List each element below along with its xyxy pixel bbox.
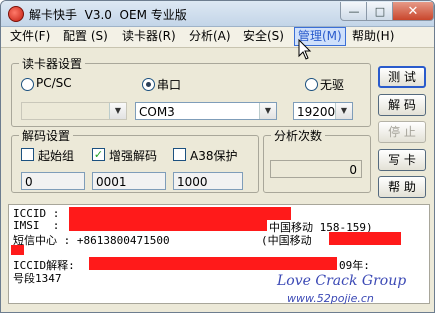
control-panel: 读卡器设置 PC/SC 串口 无驱 ▼ COM3 ▼ 19200 ▼ 解码设置 bbox=[8, 51, 428, 203]
analysis-count-group: 分析次数 0 bbox=[263, 127, 371, 193]
minimize-icon: — bbox=[348, 4, 360, 18]
radio-nodriver[interactable] bbox=[305, 78, 318, 91]
redaction-block bbox=[11, 245, 24, 255]
redaction-block bbox=[329, 232, 401, 245]
decode-button[interactable]: 解 码 bbox=[378, 94, 426, 116]
checkbox-start-group[interactable] bbox=[21, 148, 34, 161]
radio-serial-label: 串口 bbox=[157, 78, 182, 92]
log-iccid-year: 09年: bbox=[339, 259, 370, 272]
menu-config[interactable]: 配置 (S) bbox=[60, 28, 111, 45]
chevron-down-icon: ▼ bbox=[335, 103, 352, 119]
log-sms-center: 短信中心 : +8613800471500 bbox=[13, 234, 170, 247]
watermark-url: www.52pojie.cn bbox=[287, 292, 374, 305]
menu-help[interactable]: 帮助(H) bbox=[349, 28, 397, 45]
baud-value: 19200 bbox=[297, 105, 336, 119]
write-card-button[interactable]: 写 卡 bbox=[378, 149, 426, 171]
enhance-input[interactable]: 0001 bbox=[92, 172, 166, 190]
window-title: 解卡快手 V3.0 OEM 专业版 bbox=[29, 8, 187, 22]
stop-button[interactable]: 停 止 bbox=[378, 121, 426, 143]
port-select[interactable]: COM3 ▼ bbox=[135, 102, 277, 120]
maximize-button[interactable]: □ bbox=[366, 2, 394, 21]
checkbox-enhanced-decode[interactable]: ✓ bbox=[92, 148, 105, 161]
mouse-cursor-icon bbox=[298, 39, 312, 60]
reader-settings-group: 读卡器设置 PC/SC 串口 无驱 ▼ COM3 ▼ 19200 ▼ bbox=[11, 55, 371, 127]
maximize-icon: □ bbox=[374, 4, 386, 18]
app-window: 解卡快手 V3.0 OEM 专业版 — □ ✕ 文件(F) 配置 (S) 读卡器… bbox=[0, 0, 435, 313]
menu-reader[interactable]: 读卡器(R) bbox=[119, 28, 179, 45]
app-icon bbox=[8, 6, 24, 22]
title-bar[interactable]: 解卡快手 V3.0 OEM 专业版 — □ ✕ bbox=[1, 1, 434, 27]
close-icon: ✕ bbox=[407, 3, 419, 19]
log-sms-carrier: (中国移动 bbox=[261, 234, 319, 247]
radio-pcsc-label: PC/SC bbox=[36, 76, 72, 90]
redaction-block bbox=[89, 257, 337, 270]
radio-serial[interactable] bbox=[142, 78, 155, 91]
watermark-group-name: Love Crack Group bbox=[277, 273, 407, 289]
port-value: COM3 bbox=[139, 105, 175, 119]
log-imsi-label: IMSI : bbox=[13, 219, 60, 232]
help-button[interactable]: 帮 助 bbox=[378, 176, 426, 198]
test-button[interactable]: 测 试 bbox=[378, 66, 426, 88]
analysis-count-value: 0 bbox=[270, 160, 362, 178]
reader-settings-title: 读卡器设置 bbox=[19, 55, 86, 72]
decode-settings-title: 解码设置 bbox=[19, 127, 74, 144]
baud-select[interactable]: 19200 ▼ bbox=[293, 102, 353, 120]
menu-security[interactable]: 安全(S) bbox=[240, 28, 287, 45]
analysis-count-title: 分析次数 bbox=[271, 127, 326, 144]
checkbox-enhanced-decode-label: 增强解码 bbox=[109, 149, 158, 163]
a38-input[interactable]: 1000 bbox=[173, 172, 243, 190]
checkbox-start-group-label: 起始组 bbox=[38, 149, 75, 163]
close-button[interactable]: ✕ bbox=[392, 2, 434, 21]
chevron-down-icon: ▼ bbox=[109, 103, 126, 119]
redaction-block bbox=[69, 219, 267, 231]
checkbox-a38-label: A38保护 bbox=[190, 149, 238, 163]
log-number-segment: 号段1347 bbox=[13, 272, 62, 285]
menu-file[interactable]: 文件(F) bbox=[7, 28, 53, 45]
radio-nodriver-label: 无驱 bbox=[320, 78, 345, 92]
checkbox-a38[interactable] bbox=[173, 148, 186, 161]
menu-analyze[interactable]: 分析(A) bbox=[186, 28, 234, 45]
output-log[interactable]: ICCID : IMSI : 中国移动 158-159) 短信中心 : +861… bbox=[8, 204, 430, 304]
menu-bar: 文件(F) 配置 (S) 读卡器(R) 分析(A) 安全(S) 管理(M) 帮助… bbox=[1, 27, 434, 48]
chevron-down-icon: ▼ bbox=[259, 103, 276, 119]
decode-settings-group: 解码设置 起始组 ✓ 增强解码 A38保护 0 0001 1000 bbox=[11, 127, 259, 193]
radio-pcsc[interactable] bbox=[21, 78, 34, 91]
reader-combo[interactable]: ▼ bbox=[21, 102, 127, 120]
start-group-input[interactable]: 0 bbox=[21, 172, 85, 190]
minimize-button[interactable]: — bbox=[340, 2, 368, 21]
